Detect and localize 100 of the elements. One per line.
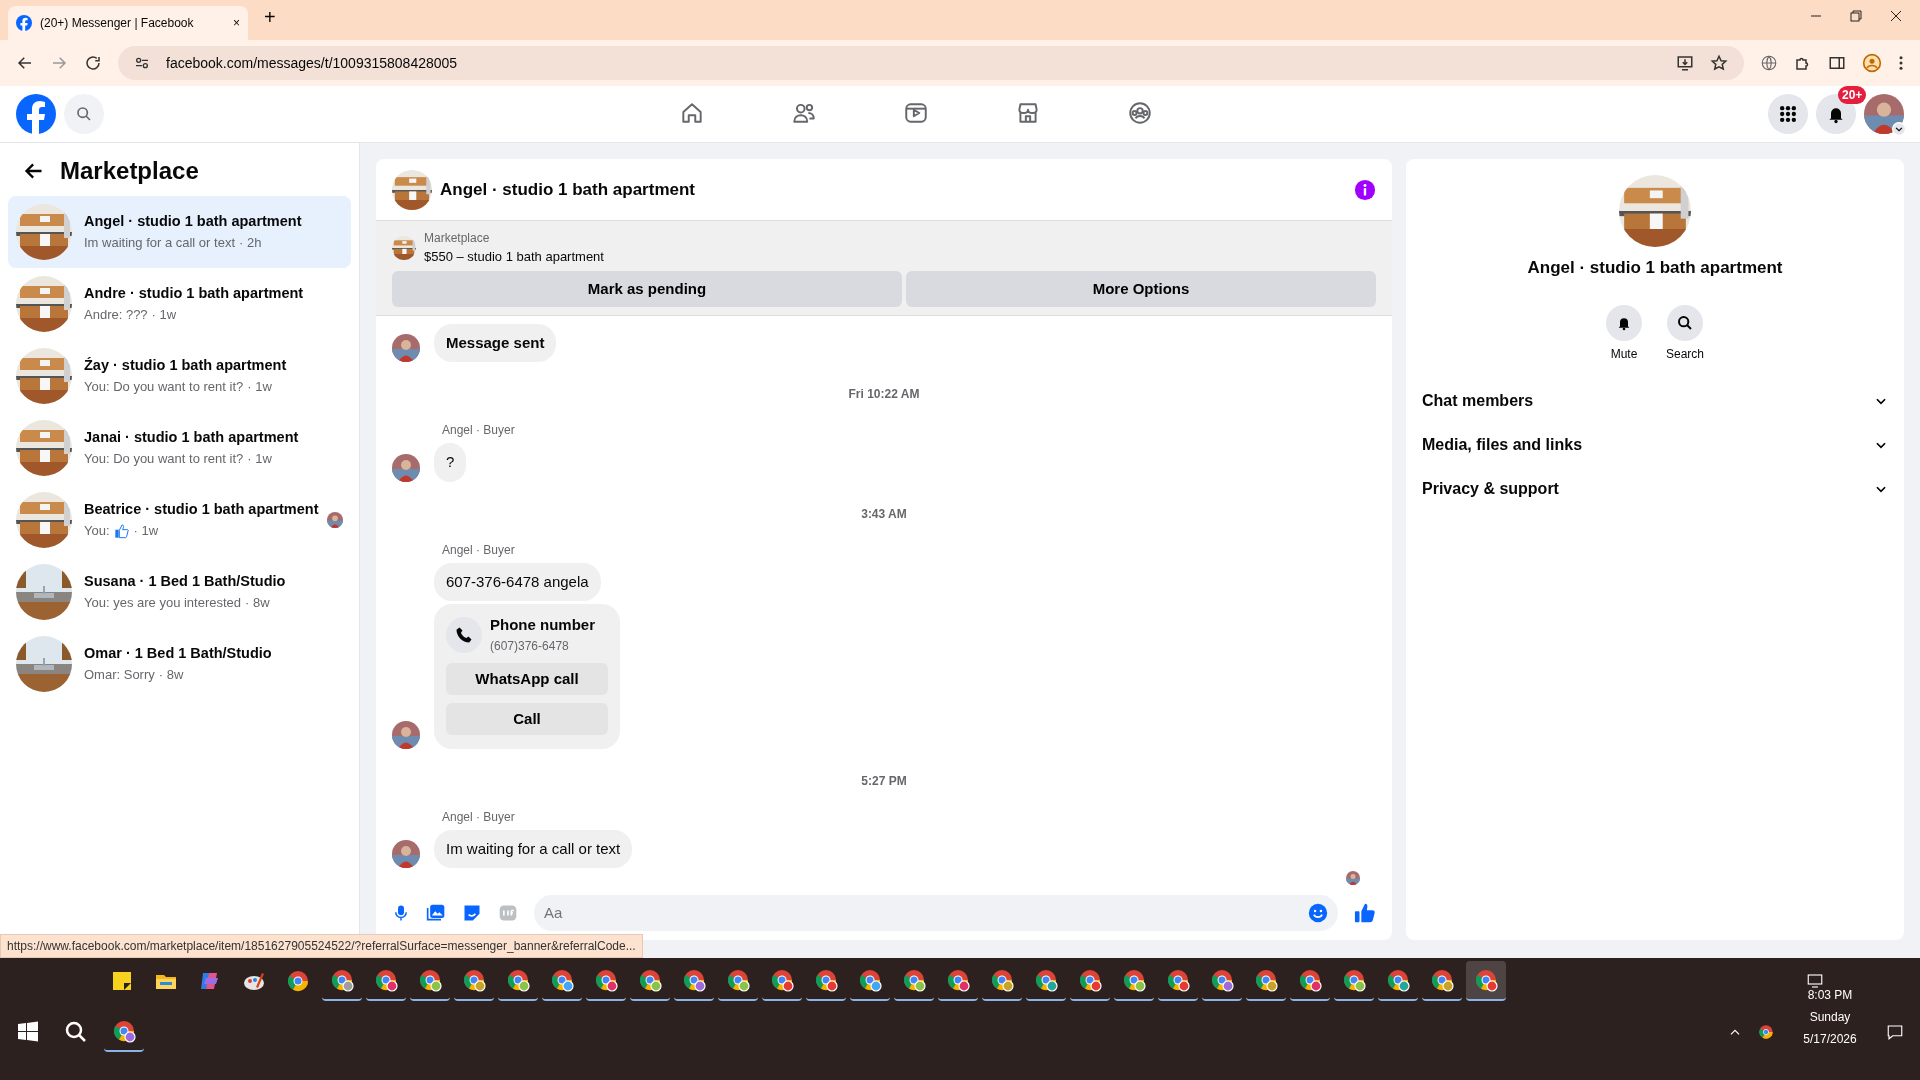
sidebar-title: Marketplace bbox=[60, 156, 199, 186]
section-header[interactable]: Chat members bbox=[1422, 378, 1888, 423]
conversation-name: Beatrice · studio 1 bath apartment bbox=[84, 500, 319, 520]
emoji-icon[interactable] bbox=[1308, 902, 1328, 923]
facebook-logo bbox=[16, 15, 32, 31]
info-icon[interactable] bbox=[1354, 178, 1376, 201]
sender-label: Angel · Buyer bbox=[442, 541, 516, 559]
menu-icon[interactable] bbox=[1898, 54, 1904, 72]
search-button[interactable] bbox=[1667, 304, 1703, 341]
new-tab-button[interactable]: + bbox=[264, 2, 276, 32]
phone-icon bbox=[455, 625, 473, 644]
chrome-profile-icon bbox=[1254, 968, 1278, 992]
chrome-profile-icon bbox=[1122, 968, 1146, 992]
star-icon[interactable] bbox=[1710, 54, 1728, 72]
message-preview: Omar: Sorry bbox=[84, 666, 155, 685]
chrome-profile-icon bbox=[990, 968, 1014, 992]
chrome-profile-icon bbox=[726, 968, 750, 992]
conversation-item[interactable]: Andre · studio 1 bath apartment Andre: ??? · 1w bbox=[8, 268, 351, 340]
conversation-item[interactable]: Susana · 1 Bed 1 Bath/Studio You: yes are you interested · 8w bbox=[8, 556, 351, 628]
message-preview: You: Do you want to rent it? bbox=[84, 378, 244, 397]
conversation-name: Źay · studio 1 bath apartment bbox=[84, 356, 288, 376]
timestamp: 3:43 AM bbox=[860, 505, 908, 523]
chrome-profile-icon bbox=[638, 968, 662, 992]
chevron-icon[interactable] bbox=[1892, 122, 1906, 136]
conversation-item[interactable]: Janai · studio 1 bath apartment You: Do you want to rent it? · 1w bbox=[8, 412, 351, 484]
clock-time[interactable]: 8:03 PM bbox=[1807, 984, 1853, 1006]
notification-icon[interactable] bbox=[1886, 1023, 1904, 1041]
apps-button[interactable] bbox=[1768, 94, 1808, 134]
whatsapp-call-button[interactable]: WhatsApp call bbox=[446, 662, 608, 695]
conversation-item[interactable]: Angel · studio 1 bath apartment Im waiting for a call or text · 2h bbox=[8, 196, 351, 268]
url-text: facebook.com/messages/t/1009315808428005 bbox=[166, 53, 459, 73]
chrome-profile-icon bbox=[946, 968, 970, 992]
chrome-profile-icon bbox=[814, 968, 838, 992]
back-icon[interactable] bbox=[16, 54, 34, 72]
search-icon bbox=[76, 106, 92, 122]
start-icon bbox=[16, 1020, 40, 1044]
chrome-profile-icon bbox=[330, 968, 354, 992]
facebook-logo[interactable] bbox=[16, 94, 56, 134]
timestamp: Fri 10:22 AM bbox=[847, 386, 921, 404]
message-bubble: Im waiting for a call or text bbox=[434, 829, 633, 869]
display-icon[interactable] bbox=[1806, 972, 1824, 990]
chrome-profile-icon bbox=[682, 968, 706, 992]
chrome-profile-icon bbox=[112, 1019, 136, 1043]
message-bubble: ? bbox=[434, 443, 467, 482]
chrome-profile-icon bbox=[594, 968, 618, 992]
forward-icon[interactable] bbox=[50, 54, 68, 72]
conversation-item[interactable]: Omar · 1 Bed 1 Bath/Studio Omar: Sorry · 8w bbox=[8, 628, 351, 700]
message-time: · 1w bbox=[247, 378, 272, 397]
message-time: · 1w bbox=[247, 450, 272, 469]
tab-title: (20+) Messenger | Facebook bbox=[40, 15, 195, 32]
site-settings-icon[interactable] bbox=[134, 55, 150, 71]
chrome-profile-icon bbox=[770, 968, 794, 992]
install-icon[interactable] bbox=[1676, 54, 1694, 72]
clock-date[interactable]: 5/17/2026 bbox=[1803, 1028, 1857, 1050]
conversation-name: Andre · studio 1 bath apartment bbox=[84, 284, 305, 304]
restore-icon[interactable] bbox=[1848, 8, 1864, 24]
taskbar-icon[interactable] bbox=[1466, 961, 1506, 1001]
mark-pending-button[interactable]: Mark as pending bbox=[392, 270, 902, 307]
chrome-profile-icon bbox=[462, 968, 486, 992]
conversation-name: Omar · 1 Bed 1 Bath/Studio bbox=[84, 644, 273, 664]
message-time: · 1w bbox=[151, 306, 177, 325]
close-icon[interactable] bbox=[1888, 8, 1904, 24]
chrome-icon bbox=[286, 969, 310, 993]
conversation-item[interactable]: Źay · studio 1 bath apartment You: Do you want to rent it? · 1w bbox=[8, 340, 351, 412]
side-panel-icon[interactable] bbox=[1828, 54, 1846, 72]
message-bubble: Message sent bbox=[434, 323, 557, 363]
chrome-profile-icon bbox=[1166, 968, 1190, 992]
search-icon bbox=[64, 1020, 88, 1044]
more-options-button[interactable]: More Options bbox=[906, 270, 1376, 307]
conversation-name: Susana · 1 Bed 1 Bath/Studio bbox=[84, 572, 287, 592]
back-arrow-icon[interactable] bbox=[24, 161, 44, 181]
notification-count: 20+ bbox=[1838, 86, 1867, 104]
tab-close-button[interactable]: × bbox=[233, 14, 240, 32]
grid-icon bbox=[1778, 104, 1798, 124]
chrome-profile-icon bbox=[1210, 968, 1234, 992]
globe-icon[interactable] bbox=[1760, 54, 1778, 72]
thumbs-up-icon[interactable] bbox=[1354, 901, 1376, 924]
conversation-item[interactable]: Beatrice · studio 1 bath apartment You: · 1w bbox=[8, 484, 351, 556]
chrome-icon[interactable] bbox=[1758, 1024, 1774, 1040]
message-input[interactable]: Aa bbox=[534, 894, 1338, 931]
microphone-icon[interactable] bbox=[392, 903, 410, 922]
address-bar[interactable]: facebook.com/messages/t/1009315808428005 bbox=[118, 46, 1744, 80]
message-bubble: 607-376-6478 angela bbox=[434, 562, 601, 602]
chrome-profile-icon bbox=[858, 968, 882, 992]
chrome-profile-icon bbox=[418, 968, 442, 992]
groups-icon bbox=[1127, 99, 1153, 126]
chrome-profile-icon bbox=[550, 968, 574, 992]
browser-tab[interactable]: (20+) Messenger | Facebook × bbox=[8, 6, 248, 40]
timestamp: 5:27 PM bbox=[860, 772, 908, 790]
clock-day[interactable]: Sunday bbox=[1809, 1006, 1851, 1028]
section-header[interactable]: Media, files and links bbox=[1422, 422, 1888, 467]
section-header[interactable]: Privacy & support bbox=[1422, 466, 1888, 511]
photo-icon[interactable] bbox=[426, 902, 446, 923]
chrome-profile-icon bbox=[1034, 968, 1058, 992]
mute-button[interactable] bbox=[1606, 304, 1642, 341]
banner-label: Marketplace bbox=[424, 230, 491, 248]
call-button[interactable]: Call bbox=[446, 702, 608, 735]
message-preview: You: Do you want to rent it? bbox=[84, 450, 244, 469]
profile-icon[interactable] bbox=[1862, 53, 1882, 73]
reload-icon[interactable] bbox=[84, 54, 102, 72]
